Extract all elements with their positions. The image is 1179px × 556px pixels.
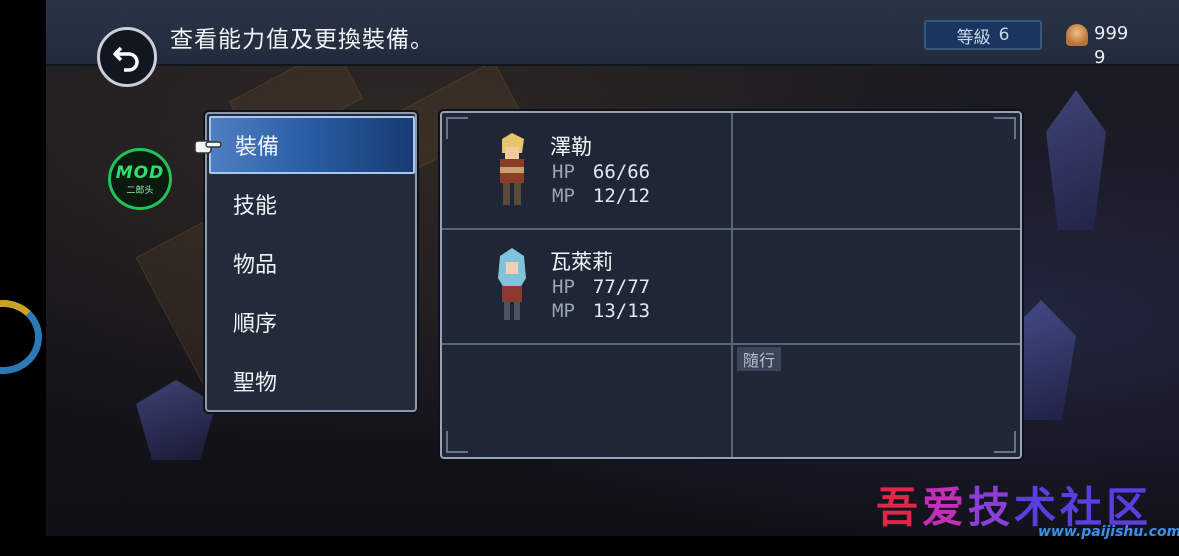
hp-label: HP [552, 276, 575, 298]
menu-item-label: 順序 [233, 312, 278, 337]
hp-value: 77/77 [592, 276, 651, 298]
loading-ring-icon [0, 300, 42, 374]
help-hint-text: 查看能力值及更換裝備。 [170, 27, 434, 53]
hp-label: HP [552, 161, 575, 183]
menu-item-skills[interactable]: 技能 [209, 175, 415, 233]
follower-tag: 隨行 [737, 347, 781, 371]
panel-corner-ornament [994, 117, 1016, 139]
mp-stat: MP 13/13 [552, 300, 650, 322]
character-name: 瓦萊莉 [550, 250, 613, 274]
hp-stat: HP 77/77 [552, 276, 650, 298]
column-divider [731, 113, 733, 457]
command-menu: 裝備 技能 物品 順序 聖物 [205, 112, 417, 412]
character-sprite [498, 248, 526, 320]
crystal-decoration [1046, 90, 1106, 230]
mp-stat: MP 12/12 [552, 185, 650, 207]
gold-coin-icon [1066, 24, 1088, 46]
menu-item-label: 技能 [233, 194, 278, 219]
mp-value: 12/12 [592, 185, 651, 207]
menu-item-relics[interactable]: 聖物 [209, 352, 415, 410]
party-slot-empty[interactable] [442, 343, 731, 458]
mod-badge[interactable]: MOD 二郎头 [108, 148, 172, 210]
back-button[interactable] [97, 27, 157, 87]
level-value: 6 [998, 25, 1010, 45]
hand-pointer-icon [194, 140, 222, 154]
crystal-decoration [136, 380, 216, 460]
mp-value: 13/13 [592, 300, 651, 322]
character-sprite [500, 133, 524, 205]
mod-badge-subtitle: 二郎头 [126, 185, 154, 196]
menu-item-label: 裝備 [235, 135, 280, 160]
gold-amount: 9999 [1094, 23, 1129, 68]
menu-item-equipment[interactable]: 裝備 [209, 116, 415, 174]
level-label: 等級 [956, 27, 991, 48]
party-panel: 澤勒 HP 66/66 MP 12/12 瓦萊莉 HP 77/77 MP 13/13 隨… [440, 111, 1022, 459]
mp-label: MP [552, 185, 575, 207]
level-indicator: 等級 6 [924, 20, 1042, 50]
hp-value: 66/66 [592, 161, 651, 183]
menu-item-label: 物品 [233, 253, 278, 278]
mod-badge-title: MOD [115, 162, 165, 183]
hp-stat: HP 66/66 [552, 161, 650, 183]
panel-corner-ornament [994, 431, 1016, 453]
party-slot-1[interactable]: 澤勒 HP 66/66 MP 12/12 [442, 113, 731, 228]
menu-item-order[interactable]: 順序 [209, 293, 415, 351]
menu-item-label: 聖物 [233, 371, 278, 396]
menu-item-items[interactable]: 物品 [209, 234, 415, 292]
watermark-url: www.paijishu.com [1038, 524, 1179, 540]
back-arrow-icon [113, 46, 139, 72]
party-slot-2[interactable]: 瓦萊莉 HP 77/77 MP 13/13 [442, 228, 731, 343]
mp-label: MP [552, 300, 575, 322]
character-name: 澤勒 [550, 135, 592, 159]
